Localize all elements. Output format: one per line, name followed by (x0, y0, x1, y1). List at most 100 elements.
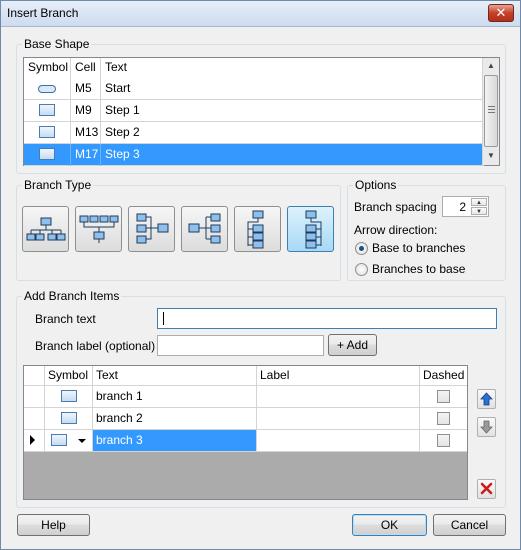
symbol-cell (24, 78, 71, 100)
table-row-current[interactable]: branch 3 (24, 430, 467, 452)
close-button[interactable]: ✕ (488, 4, 514, 22)
dashed-checkbox[interactable] (437, 434, 450, 447)
branch-type-updown-button[interactable] (75, 206, 122, 252)
move-down-button[interactable] (477, 417, 496, 437)
move-up-button[interactable] (477, 389, 496, 409)
row-header-corner (24, 366, 45, 386)
column-header-symbol[interactable]: Symbol (24, 58, 71, 78)
branch-text-input[interactable] (157, 308, 497, 329)
branch-items-grid[interactable]: Symbol Text Label Dashed branch 1 branch… (23, 365, 468, 500)
insert-branch-dialog: Insert Branch ✕ Base Shape Symbol Cell T… (0, 0, 521, 550)
radio-base-to-branches-label[interactable]: Base to branches (372, 241, 465, 255)
column-header-text[interactable]: Text (93, 366, 257, 386)
branch-type-vertical-right-button[interactable] (287, 206, 334, 252)
dashed-checkbox[interactable] (437, 412, 450, 425)
branch-type-left-button[interactable] (181, 206, 228, 252)
branch-spacing-spinner[interactable]: 2 ▲ ▼ (442, 196, 489, 217)
item-label[interactable] (257, 386, 420, 408)
spin-down-icon[interactable]: ▼ (471, 207, 487, 215)
options-label: Options (353, 178, 399, 192)
radio-branches-to-base-label[interactable]: Branches to base (372, 262, 465, 276)
ok-button-label: OK (380, 518, 399, 532)
branch-text-label: Branch text (35, 312, 96, 326)
branch-label-input[interactable] (157, 335, 324, 356)
scroll-up-icon[interactable]: ▲ (483, 58, 499, 74)
radio-base-to-branches[interactable] (355, 242, 368, 255)
column-header-label[interactable]: Label (257, 366, 420, 386)
column-header-symbol[interactable]: Symbol (45, 366, 93, 386)
oval-icon (38, 85, 56, 93)
row-header[interactable] (24, 408, 45, 430)
rect-icon (39, 148, 55, 160)
item-text-selected[interactable]: branch 3 (93, 430, 257, 452)
item-text[interactable]: branch 1 (93, 386, 257, 408)
add-button-label: + Add (336, 338, 369, 352)
branch-down-icon (26, 217, 66, 241)
table-row[interactable]: M13 Step 2 (24, 122, 484, 144)
table-row[interactable]: branch 2 (24, 408, 467, 430)
add-button[interactable]: + Add (328, 334, 377, 356)
cancel-button[interactable]: Cancel (433, 514, 506, 536)
text-caret (163, 312, 164, 325)
branch-type-down-button[interactable] (22, 206, 69, 252)
arrow-direction-label: Arrow direction: (354, 223, 438, 237)
title-bar[interactable]: Insert Branch ✕ (1, 1, 520, 27)
symbol-cell (24, 144, 71, 166)
arrow-down-icon (480, 420, 493, 434)
branch-label-label: Branch label (optional) (35, 339, 156, 353)
branch-type-right-button[interactable] (128, 206, 175, 252)
table-row[interactable]: M5 Start (24, 78, 484, 100)
cell-ref: M17 (71, 144, 101, 166)
branch-type-vertical-left-button[interactable] (234, 206, 281, 252)
help-button[interactable]: Help (17, 514, 90, 536)
symbol-cell (24, 100, 71, 122)
dashed-cell (420, 386, 467, 408)
item-label[interactable] (257, 430, 420, 452)
table-row[interactable]: M9 Step 1 (24, 100, 484, 122)
rect-icon (51, 434, 67, 446)
dashed-cell (420, 408, 467, 430)
symbol-cell[interactable] (45, 408, 93, 430)
shape-text: Step 1 (105, 103, 140, 117)
vertical-scrollbar[interactable]: ▲ ▼ (482, 58, 499, 165)
symbol-dropdown[interactable] (45, 430, 93, 452)
shape-text: Step 3 (105, 147, 140, 161)
branch-right-icon (136, 213, 169, 244)
base-shape-grid[interactable]: Symbol Cell Text M5 Start M9 Step 1 M13 … (23, 57, 500, 166)
symbol-cell[interactable] (45, 386, 93, 408)
spin-up-icon[interactable]: ▲ (471, 198, 487, 206)
item-text[interactable]: branch 2 (93, 408, 257, 430)
branch-left-icon (188, 213, 221, 244)
shape-text: Start (105, 81, 131, 95)
table-row-selected[interactable]: M17 Step 3 (24, 144, 484, 166)
grid-header: Symbol Cell Text (24, 58, 484, 78)
branch-spacing-value: 2 (459, 200, 466, 214)
cell-ref: M13 (71, 122, 101, 144)
branch-vertical-left-icon (247, 210, 264, 249)
current-row-icon (30, 435, 35, 445)
symbol-cell (24, 122, 71, 144)
close-icon: ✕ (495, 5, 507, 20)
rect-icon (61, 412, 77, 424)
ok-button[interactable]: OK (352, 514, 427, 536)
branch-up-down-icon (79, 215, 119, 243)
row-header[interactable] (24, 430, 45, 452)
table-row[interactable]: branch 1 (24, 386, 467, 408)
item-label[interactable] (257, 408, 420, 430)
delete-item-button[interactable] (477, 479, 496, 499)
column-header-cell[interactable]: Cell (71, 58, 101, 78)
add-branch-items-label: Add Branch Items (22, 289, 122, 303)
radio-branches-to-base[interactable] (355, 263, 368, 276)
dashed-checkbox[interactable] (437, 390, 450, 403)
shape-text: Step 2 (105, 125, 140, 139)
help-button-label: Help (41, 518, 66, 532)
column-header-text[interactable]: Text (101, 58, 484, 78)
row-header[interactable] (24, 386, 45, 408)
scroll-down-icon[interactable]: ▼ (483, 148, 499, 164)
chevron-down-icon[interactable] (78, 439, 86, 443)
window-title: Insert Branch (7, 6, 79, 20)
branch-type-label: Branch Type (22, 178, 94, 192)
scroll-thumb[interactable] (484, 75, 498, 147)
column-header-dashed[interactable]: Dashed (420, 366, 467, 386)
items-grid-header: Symbol Text Label Dashed (24, 366, 467, 388)
